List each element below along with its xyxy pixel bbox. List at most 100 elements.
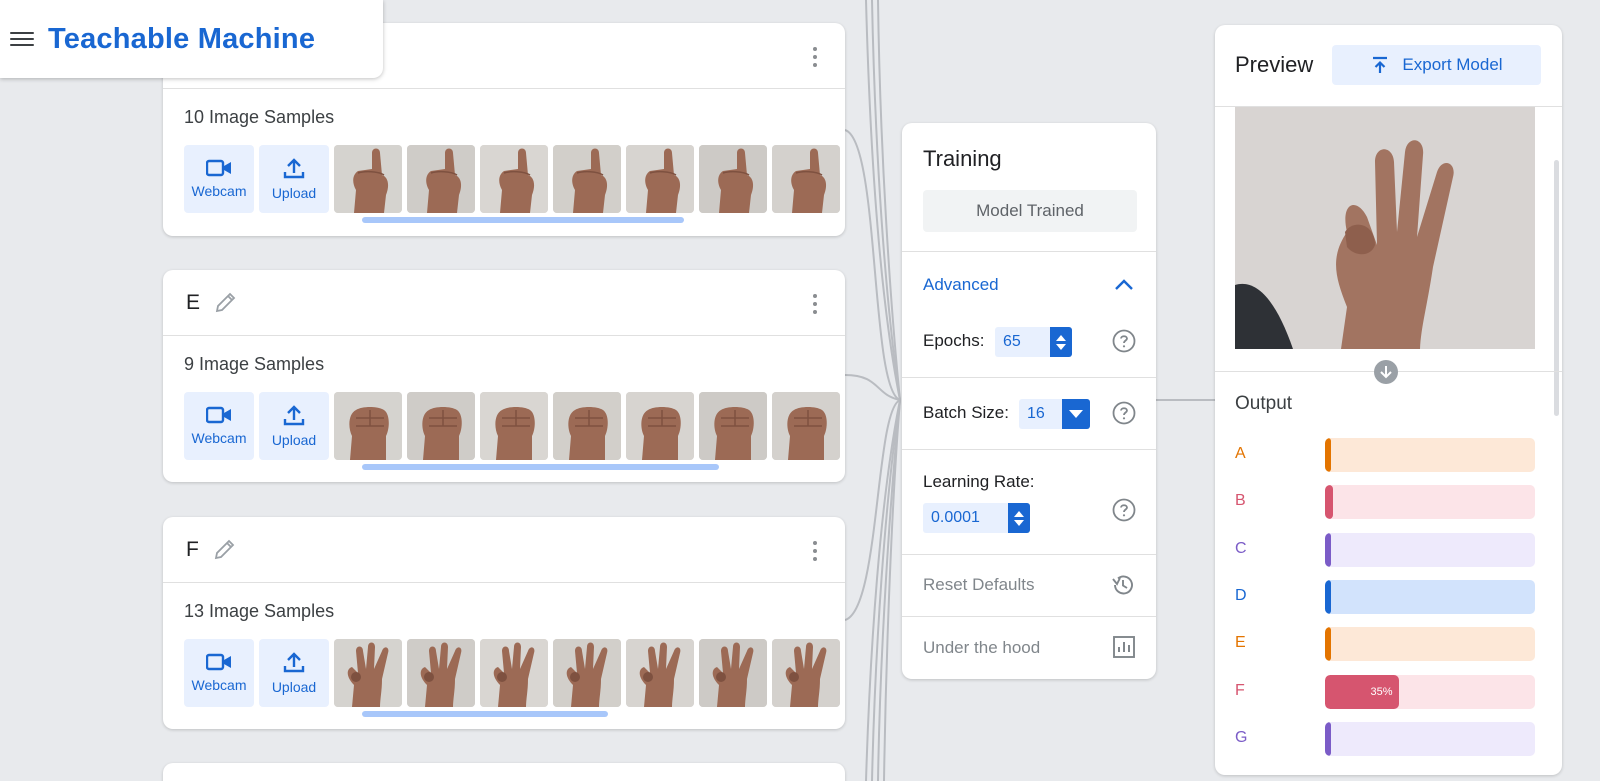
sample-thumbnail[interactable]: [699, 392, 767, 460]
sample-thumbnail[interactable]: [480, 392, 548, 460]
training-title: Training: [923, 146, 1002, 171]
preview-scrollbar[interactable]: [1554, 160, 1559, 416]
sample-row: Webcam Upload: [184, 392, 845, 460]
sample-thumbnail[interactable]: [772, 145, 840, 213]
batch-size-select[interactable]: 16: [1019, 399, 1090, 429]
train-model-button[interactable]: Model Trained: [923, 190, 1137, 232]
export-label: Export Model: [1402, 55, 1503, 74]
output-row: A: [1235, 438, 1535, 472]
webcam-label: Webcam: [191, 430, 247, 446]
sample-thumbnail[interactable]: [772, 639, 840, 707]
sample-thumbnail[interactable]: [334, 392, 402, 460]
class-name[interactable]: F: [186, 538, 199, 562]
videocam-icon: [206, 406, 231, 424]
class-card-header: F: [163, 517, 845, 583]
output-label: D: [1235, 586, 1247, 604]
bar-chart-icon[interactable]: [1112, 635, 1136, 659]
sample-thumbnail[interactable]: [334, 639, 402, 707]
edit-icon[interactable]: [212, 290, 238, 316]
confidence-fill: [1325, 532, 1331, 567]
confidence-fill: [1325, 627, 1331, 662]
confidence-bar: [1325, 485, 1535, 520]
output-label: B: [1235, 492, 1246, 510]
help-icon[interactable]: [1112, 401, 1136, 425]
output-row: F 35%: [1235, 674, 1535, 709]
sample-thumbnail[interactable]: [699, 145, 767, 213]
samples-scrollbar[interactable]: [362, 711, 608, 717]
chevron-down-icon[interactable]: [1062, 399, 1090, 429]
more-options-icon[interactable]: [813, 294, 819, 314]
sample-thumbnail[interactable]: [626, 392, 694, 460]
sample-count: 9 Image Samples: [184, 354, 325, 374]
webcam-label: Webcam: [191, 677, 247, 693]
webcam-button[interactable]: Webcam: [184, 392, 254, 460]
menu-icon[interactable]: [10, 29, 34, 49]
epochs-input[interactable]: 65: [995, 327, 1072, 357]
more-options-icon[interactable]: [813, 47, 819, 67]
sample-thumbnail[interactable]: [480, 639, 548, 707]
batch-size-value: 16: [1027, 405, 1045, 422]
output-label: G: [1235, 728, 1248, 746]
sample-thumbnail[interactable]: [553, 639, 621, 707]
class-name[interactable]: E: [186, 291, 200, 315]
upload-button[interactable]: Upload: [259, 392, 329, 460]
export-model-button[interactable]: Export Model: [1332, 45, 1541, 85]
sample-count: 10 Image Samples: [184, 107, 335, 127]
webcam-preview: [1235, 107, 1535, 349]
sample-row: Webcam Upload: [184, 145, 845, 213]
class-card: E 9 Image Samples Webcam Upload: [163, 270, 845, 482]
more-options-icon[interactable]: [813, 541, 819, 561]
app-title[interactable]: Teachable Machine: [48, 23, 315, 56]
sample-thumbnail[interactable]: [407, 145, 475, 213]
learning-rate-input[interactable]: 0.0001: [923, 503, 1030, 533]
sample-thumbnail[interactable]: [334, 145, 402, 213]
upload-button[interactable]: Upload: [259, 639, 329, 707]
confidence-bar: [1325, 438, 1535, 472]
divider: [902, 554, 1156, 555]
epochs-stepper[interactable]: [1050, 327, 1072, 357]
batch-size-label: Batch Size:: [923, 403, 1009, 422]
upload-button[interactable]: Upload: [259, 145, 329, 213]
help-icon[interactable]: [1112, 329, 1136, 353]
history-icon[interactable]: [1110, 572, 1136, 598]
sample-thumbnail[interactable]: [480, 145, 548, 213]
webcam-button[interactable]: Webcam: [184, 145, 254, 213]
sample-thumbnail[interactable]: [626, 639, 694, 707]
sample-thumbnail[interactable]: [553, 145, 621, 213]
advanced-toggle[interactable]: Advanced: [923, 275, 999, 295]
divider: [902, 616, 1156, 617]
sample-thumbnail[interactable]: [626, 145, 694, 213]
preview-panel: Preview Export Model Output A B C D E F 35% G: [1215, 25, 1562, 775]
learning-rate-label: Learning Rate:: [923, 472, 1035, 491]
sample-thumbnail[interactable]: [407, 392, 475, 460]
confidence-bar: [1325, 532, 1535, 567]
under-the-hood-button[interactable]: Under the hood: [923, 638, 1040, 658]
upload-label: Upload: [271, 679, 317, 695]
help-icon[interactable]: [1112, 498, 1136, 522]
webcam-hand-image: [1235, 107, 1535, 349]
sample-thumbnail[interactable]: [699, 639, 767, 707]
output-label: F: [1235, 681, 1245, 699]
confidence-fill: [1325, 721, 1331, 756]
app-header: Teachable Machine: [0, 0, 383, 78]
upload-icon: [283, 158, 305, 179]
output-label: C: [1235, 539, 1247, 557]
edit-icon[interactable]: [211, 537, 237, 563]
upload-label: Upload: [271, 185, 317, 201]
sample-thumbnail[interactable]: [407, 639, 475, 707]
samples-scrollbar[interactable]: [362, 217, 684, 223]
confidence-fill: 35%: [1325, 674, 1399, 709]
export-icon: [1373, 56, 1388, 73]
webcam-button[interactable]: Webcam: [184, 639, 254, 707]
chevron-up-icon[interactable]: [1112, 273, 1136, 297]
sample-thumbnail[interactable]: [553, 392, 621, 460]
sample-count: 13 Image Samples: [184, 601, 335, 621]
reset-defaults-button[interactable]: Reset Defaults: [923, 575, 1035, 595]
sample-thumbnail[interactable]: [772, 392, 840, 460]
learning-rate-stepper[interactable]: [1008, 503, 1030, 533]
arrow-down-icon[interactable]: [1374, 360, 1398, 384]
class-card: F 13 Image Samples Webcam Upload: [163, 517, 845, 729]
divider: [902, 251, 1156, 252]
samples-scrollbar[interactable]: [362, 464, 719, 470]
videocam-icon: [206, 159, 231, 177]
